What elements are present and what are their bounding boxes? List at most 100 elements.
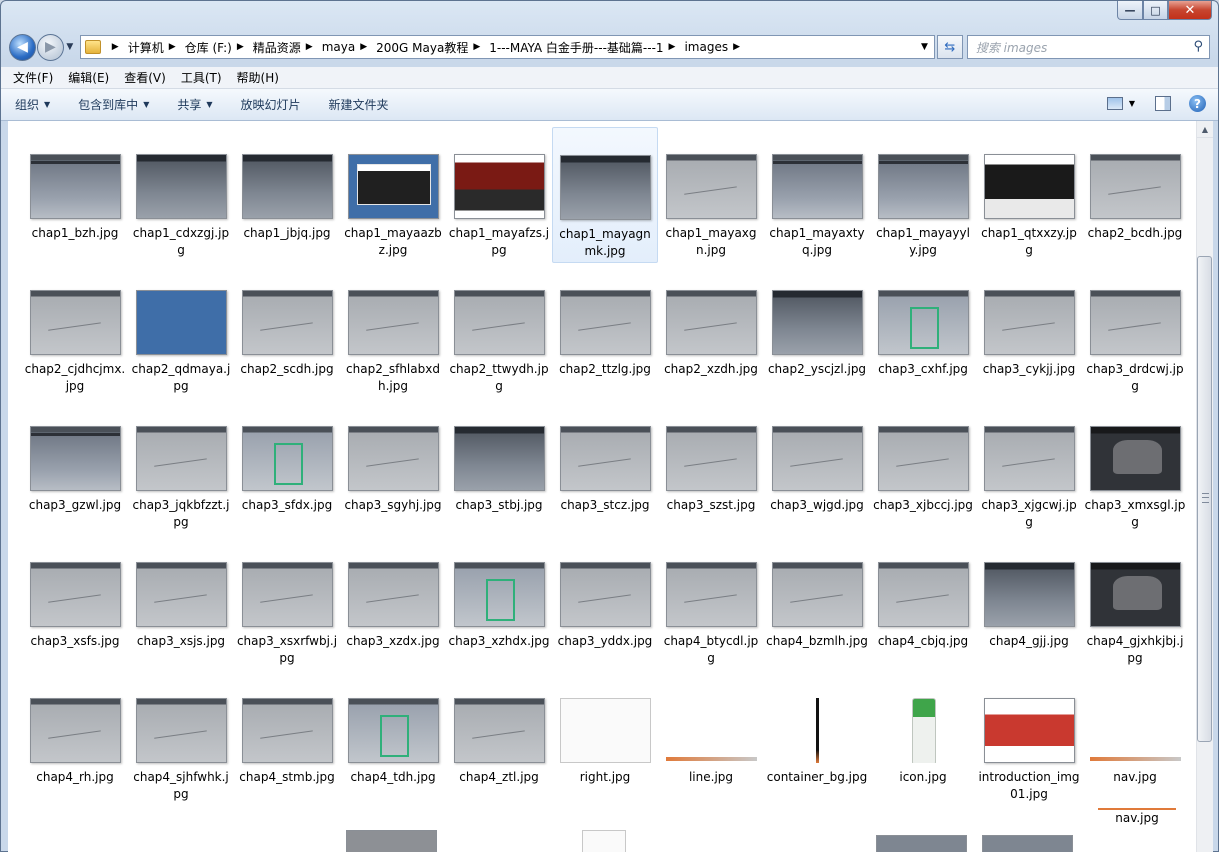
- breadcrumb-item[interactable]: 仓库 (F:): [185, 39, 232, 56]
- command-button[interactable]: 包含到库中 ▼: [78, 96, 149, 113]
- file-item[interactable]: line.jpg: [658, 671, 764, 807]
- chevron-down-icon[interactable]: ▼: [1129, 99, 1135, 108]
- file-item[interactable]: chap3_sgyhj.jpg: [340, 399, 446, 535]
- search-input[interactable]: 搜索 images ⚲: [966, 35, 1211, 59]
- breadcrumb-item[interactable]: 1---MAYA 白金手册---基础篇---1: [489, 39, 663, 56]
- partial-thumbnail[interactable]: [876, 835, 967, 852]
- file-item[interactable]: chap3_xzdx.jpg: [340, 535, 446, 671]
- command-button[interactable]: 组织 ▼: [15, 96, 50, 113]
- file-item[interactable]: chap3_cykjj.jpg: [976, 263, 1082, 399]
- file-item[interactable]: chap3_drdcwj.jpg: [1082, 263, 1188, 399]
- file-item[interactable]: chap1_bzh.jpg: [22, 127, 128, 263]
- partial-thumbnail[interactable]: [346, 830, 437, 852]
- file-item[interactable]: chap3_gzwl.jpg: [22, 399, 128, 535]
- file-item[interactable]: chap2_bcdh.jpg: [1082, 127, 1188, 263]
- breadcrumb-separator-icon[interactable]: ▶: [112, 42, 119, 52]
- menu-item[interactable]: 帮助(H): [237, 69, 279, 86]
- file-item[interactable]: right.jpg: [552, 671, 658, 807]
- file-item[interactable]: chap1_mayaazbz.jpg: [340, 127, 446, 263]
- file-item[interactable]: chap2_scdh.jpg: [234, 263, 340, 399]
- file-item[interactable]: chap3_xmxsgl.jpg: [1082, 399, 1188, 535]
- file-item[interactable]: chap2_yscjzl.jpg: [764, 263, 870, 399]
- change-view-icon[interactable]: [1106, 97, 1123, 110]
- breadcrumb-separator-icon[interactable]: ▶: [360, 42, 367, 52]
- scrollbar-thumb[interactable]: [1197, 256, 1212, 742]
- breadcrumb-separator-icon[interactable]: ▶: [169, 42, 176, 52]
- file-item[interactable]: chap4_stmb.jpg: [234, 671, 340, 807]
- command-button[interactable]: 新建文件夹: [329, 96, 389, 113]
- file-item[interactable]: nav.jpg: [1082, 671, 1188, 807]
- file-item[interactable]: chap1_jbjq.jpg: [234, 127, 340, 263]
- file-item[interactable]: chap1_mayagnmk.jpg: [552, 127, 658, 263]
- file-item[interactable]: chap4_btycdl.jpg: [658, 535, 764, 671]
- breadcrumb-separator-icon[interactable]: ▶: [473, 42, 480, 52]
- address-bar[interactable]: ▶ 计算机 ▶ 仓库 (F:) ▶ 精品资源 ▶ maya ▶ 200G Maya教程 ▶ 1---M…: [79, 35, 935, 59]
- file-item[interactable]: chap1_mayafzs.jpg: [446, 127, 552, 263]
- file-item[interactable]: chap2_cjdhcjmx.jpg: [22, 263, 128, 399]
- preview-pane-icon[interactable]: [1155, 96, 1171, 111]
- file-item[interactable]: chap3_xjbccj.jpg: [870, 399, 976, 535]
- file-item[interactable]: chap3_wjgd.jpg: [764, 399, 870, 535]
- file-item[interactable]: introduction_img01.jpg: [976, 671, 1082, 807]
- breadcrumb-item[interactable]: images: [684, 40, 728, 54]
- breadcrumb-item[interactable]: 精品资源: [253, 39, 301, 56]
- file-item[interactable]: chap3_stcz.jpg: [552, 399, 658, 535]
- minimize-button[interactable]: —: [1117, 1, 1143, 20]
- file-item[interactable]: chap1_cdxzgj.jpg: [128, 127, 234, 263]
- file-item[interactable]: chap3_szst.jpg: [658, 399, 764, 535]
- partial-thumbnail[interactable]: [982, 835, 1073, 852]
- file-item[interactable]: chap4_gjj.jpg: [976, 535, 1082, 671]
- file-item[interactable]: chap4_sjhfwhk.jpg: [128, 671, 234, 807]
- menu-item[interactable]: 查看(V): [124, 69, 166, 86]
- file-item[interactable]: chap4_ztl.jpg: [446, 671, 552, 807]
- back-button[interactable]: ◀: [9, 33, 36, 61]
- forward-button[interactable]: ▶: [36, 33, 64, 61]
- file-item[interactable]: chap4_rh.jpg: [22, 671, 128, 807]
- file-item[interactable]: icon.jpg: [870, 671, 976, 807]
- file-item[interactable]: chap4_bzmlh.jpg: [764, 535, 870, 671]
- file-item[interactable]: chap3_xsxrfwbj.jpg: [234, 535, 340, 671]
- file-item[interactable]: chap3_stbj.jpg: [446, 399, 552, 535]
- menu-item[interactable]: 文件(F): [13, 69, 53, 86]
- file-item[interactable]: chap4_cbjq.jpg: [870, 535, 976, 671]
- file-item[interactable]: chap3_xjgcwj.jpg: [976, 399, 1082, 535]
- breadcrumb-separator-icon[interactable]: ▶: [237, 42, 244, 52]
- file-item[interactable]: chap3_xsjs.jpg: [128, 535, 234, 671]
- file-item[interactable]: chap3_yddx.jpg: [552, 535, 658, 671]
- command-button[interactable]: 共享 ▼: [177, 96, 212, 113]
- file-item[interactable]: chap3_xsfs.jpg: [22, 535, 128, 671]
- maximize-button[interactable]: □: [1143, 1, 1168, 20]
- file-item[interactable]: chap3_xzhdx.jpg: [446, 535, 552, 671]
- breadcrumb-item[interactable]: 200G Maya教程: [376, 39, 468, 56]
- breadcrumb-item[interactable]: 计算机: [128, 39, 164, 56]
- recent-pages-dropdown[interactable]: ▼: [64, 42, 76, 52]
- file-item[interactable]: chap2_ttzlg.jpg: [552, 263, 658, 399]
- file-item-partial[interactable]: nav.jpg: [1098, 808, 1176, 827]
- menu-item[interactable]: 编辑(E): [68, 69, 109, 86]
- file-item[interactable]: chap1_mayaxtyq.jpg: [764, 127, 870, 263]
- breadcrumb-separator-icon[interactable]: ▶: [669, 42, 676, 52]
- file-item[interactable]: chap4_gjxhkjbj.jpg: [1082, 535, 1188, 671]
- help-icon[interactable]: ?: [1189, 95, 1206, 112]
- file-item[interactable]: chap4_tdh.jpg: [340, 671, 446, 807]
- file-item[interactable]: chap1_mayayyly.jpg: [870, 127, 976, 263]
- file-item[interactable]: chap3_jqkbfzzt.jpg: [128, 399, 234, 535]
- close-button[interactable]: ✕: [1168, 1, 1212, 20]
- file-item[interactable]: chap2_xzdh.jpg: [658, 263, 764, 399]
- file-item[interactable]: container_bg.jpg: [764, 671, 870, 807]
- refresh-button[interactable]: ⇆: [936, 35, 963, 59]
- partial-thumbnail[interactable]: [582, 830, 626, 852]
- file-item[interactable]: chap2_qdmaya.jpg: [128, 263, 234, 399]
- file-item[interactable]: chap3_sfdx.jpg: [234, 399, 340, 535]
- file-item[interactable]: chap1_qtxxzy.jpg: [976, 127, 1082, 263]
- file-item[interactable]: chap3_cxhf.jpg: [870, 263, 976, 399]
- breadcrumb-separator-icon[interactable]: ▶: [733, 42, 740, 52]
- scroll-up-icon[interactable]: ▲: [1197, 121, 1213, 138]
- command-button[interactable]: 放映幻灯片: [241, 96, 301, 113]
- file-item[interactable]: chap2_ttwydh.jpg: [446, 263, 552, 399]
- file-item[interactable]: chap1_mayaxgn.jpg: [658, 127, 764, 263]
- search-icon[interactable]: ⚲: [1193, 39, 1203, 54]
- chevron-down-icon[interactable]: ▼: [921, 42, 928, 52]
- menu-item[interactable]: 工具(T): [181, 69, 222, 86]
- breadcrumb-separator-icon[interactable]: ▶: [306, 42, 313, 52]
